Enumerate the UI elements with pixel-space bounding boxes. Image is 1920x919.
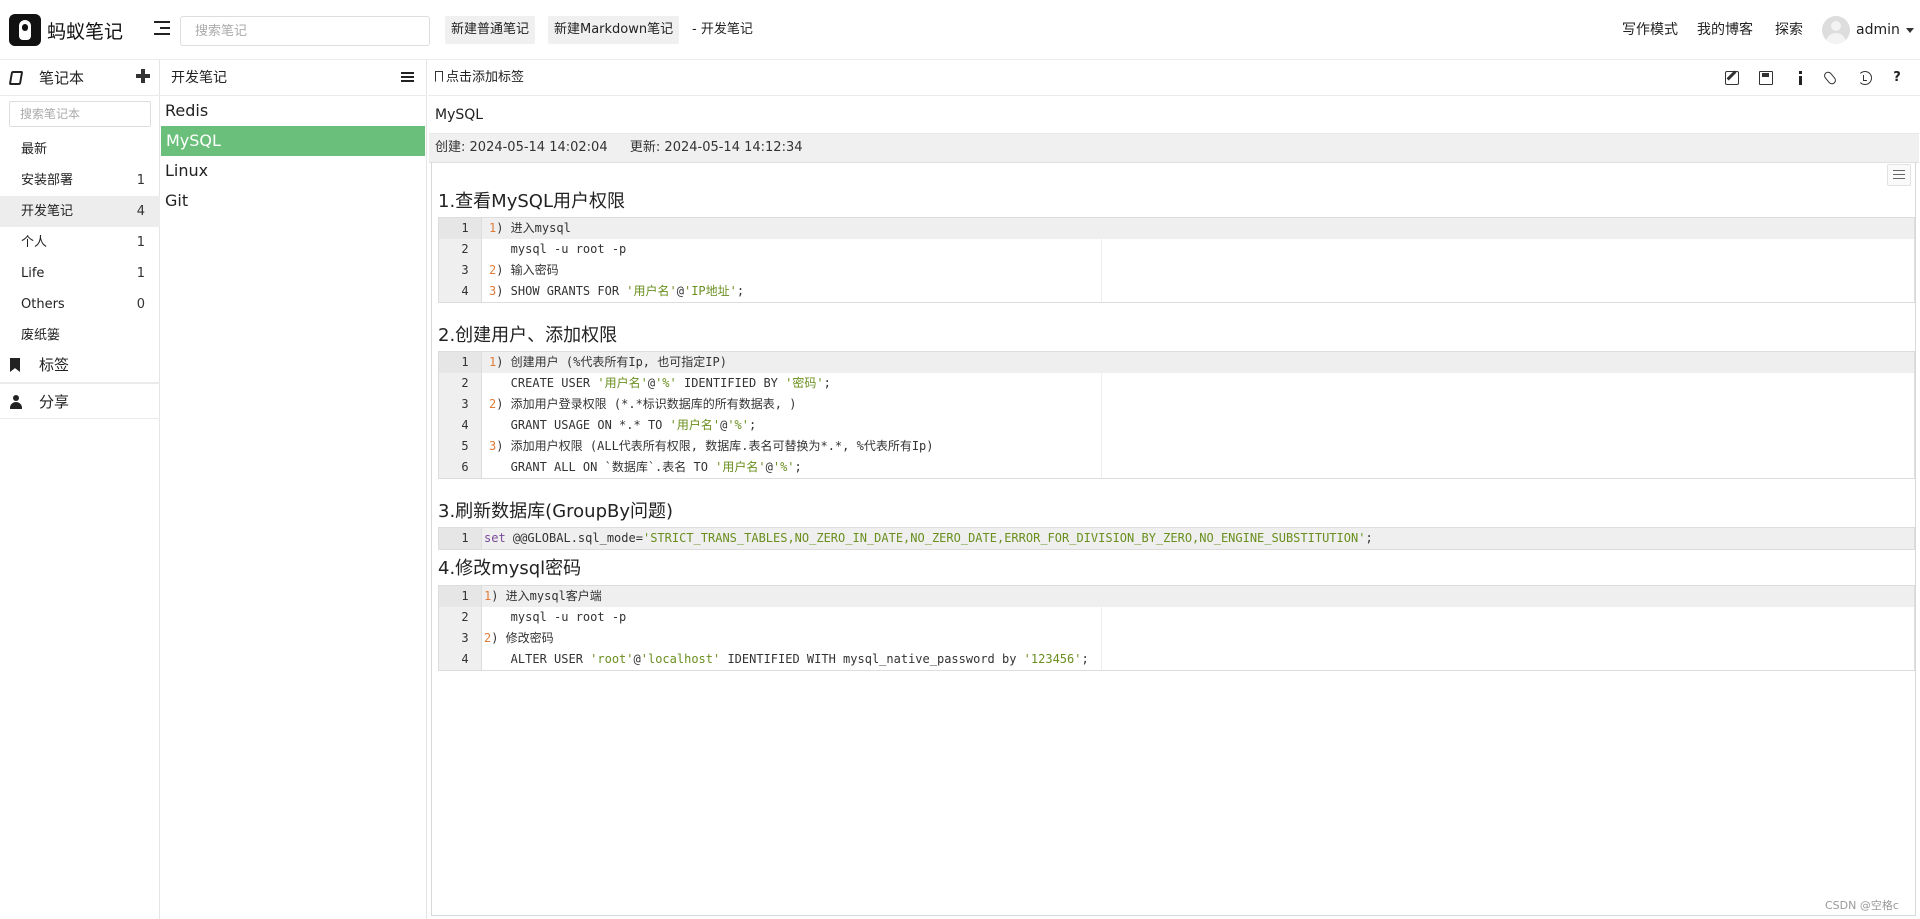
- notebook-sidebar: 笔记本 最新 安装部署1 开发笔记4 个人1 Life1 Others0 废纸篓…: [0, 60, 160, 919]
- code-line: 3 2) 修改密码: [439, 628, 1914, 649]
- chevron-down-icon[interactable]: [1906, 28, 1914, 33]
- share-label: 分享: [39, 393, 70, 411]
- notebook-item-others[interactable]: Others 0: [0, 289, 160, 320]
- ant-logo-icon: [9, 14, 41, 46]
- code-block[interactable]: 1 1) 进入mysql 2 mysql -u root -p 3 2) 输入密码 …: [438, 217, 1915, 303]
- list-view-icon[interactable]: [401, 72, 414, 84]
- note-list-header: 开发笔记: [160, 60, 426, 96]
- nav-write-mode[interactable]: 写作模式: [1622, 16, 1678, 44]
- section-heading: 3.刷新数据库(GroupBy问题): [438, 501, 674, 522]
- created-time: 2024-05-14 14:02:04: [469, 140, 608, 155]
- book-icon: [8, 71, 24, 85]
- save-icon[interactable]: [1759, 71, 1773, 85]
- note-item-linux[interactable]: Linux: [160, 156, 426, 186]
- code-line: 3 2) 输入密码: [439, 260, 1914, 281]
- tags-label: 标签: [39, 356, 70, 374]
- code-line: 1 1) 进入mysql客户端: [439, 586, 1914, 607]
- notebook-item-deploy[interactable]: 安装部署 1: [0, 165, 160, 196]
- code-block[interactable]: 1 1) 进入mysql客户端 2 mysql -u root -p 3 2) 修改…: [438, 585, 1915, 671]
- help-icon[interactable]: ?: [1890, 71, 1904, 85]
- notebook-list: 最新 安装部署 1 开发笔记 4 个人 1 Life 1 Others 0 废纸篓: [0, 134, 160, 351]
- new-normal-note-button[interactable]: 新建普通笔记: [445, 16, 536, 44]
- new-markdown-note-button[interactable]: 新建Markdown笔记: [548, 16, 680, 44]
- edit-icon[interactable]: [1725, 71, 1739, 85]
- code-line: 2 CREATE USER '用户名'@'%' IDENTIFIED BY '密…: [439, 373, 1914, 394]
- note-item-redis[interactable]: Redis: [160, 96, 426, 126]
- note-title[interactable]: MySQL: [435, 97, 483, 133]
- notebook-count: 1: [136, 173, 145, 188]
- code-line: 4 GRANT USAGE ON *.* TO '用户名'@'%';: [439, 415, 1914, 436]
- search-note-input[interactable]: [180, 16, 430, 46]
- code-line: 2 mysql -u root -p: [439, 607, 1914, 628]
- code-line: 4 3) SHOW GRANTS FOR '用户名'@'IP地址';: [439, 281, 1914, 302]
- editor-toolbar: 点击添加标签 ?: [428, 60, 1920, 96]
- add-tag-button[interactable]: 点击添加标签: [435, 60, 524, 96]
- app-name: 蚂蚁笔记: [47, 20, 124, 43]
- user-name[interactable]: admin: [1856, 16, 1900, 44]
- note-content[interactable]: 1.查看MySQL用户权限 1 1) 进入mysql 2 mysql -u roo…: [431, 162, 1916, 916]
- code-line: 3 2) 添加用户登录权限 (*.*标识数据库的所有数据表, ): [439, 394, 1914, 415]
- note-item-git[interactable]: Git: [160, 186, 426, 216]
- note-meta-bar: 创建: 2024-05-14 14:02:04 更新: 2024-05-14 1…: [429, 133, 1919, 163]
- sidebar-toggle-icon[interactable]: [154, 21, 170, 37]
- code-line: 2 mysql -u root -p: [439, 239, 1914, 260]
- history-icon[interactable]: [1858, 71, 1872, 85]
- updated-time: 2024-05-14 14:12:34: [664, 140, 803, 155]
- code-line: 5 3) 添加用户权限 (ALL代表所有权限, 数据库.表名可替换为*.*, %代…: [439, 436, 1914, 457]
- top-header: 蚂蚁笔记 新建普通笔记 新建Markdown笔记 - 开发笔记 写作模式 我的博…: [0, 0, 1920, 60]
- notebook-count: 4: [136, 204, 145, 219]
- note-list-title: 开发笔记: [171, 70, 227, 86]
- code-block[interactable]: 1 set @@GLOBAL.sql_mode='STRICT_TRANS_TAB…: [438, 527, 1915, 550]
- section-heading: 4.修改mysql密码: [438, 558, 582, 579]
- code-line: 1 1) 进入mysql: [439, 218, 1914, 239]
- code-line: 4 ALTER USER 'root'@'localhost' IDENTIFI…: [439, 649, 1914, 670]
- code-line: 1 set @@GLOBAL.sql_mode='STRICT_TRANS_TAB…: [439, 528, 1914, 549]
- section-heading: 2.创建用户、添加权限: [438, 325, 618, 346]
- notebook-section-header[interactable]: 笔记本: [0, 60, 160, 96]
- share-section-header[interactable]: 分享: [0, 383, 160, 419]
- notebook-item-life[interactable]: Life 1: [0, 258, 160, 289]
- nav-my-blog[interactable]: 我的博客: [1697, 16, 1753, 44]
- tags-section-header[interactable]: 标签: [0, 347, 160, 383]
- bookmark-icon: [10, 358, 20, 372]
- notebook-item-personal[interactable]: 个人 1: [0, 227, 160, 258]
- note-item-mysql[interactable]: MySQL: [161, 126, 425, 156]
- notebook-count: 1: [136, 235, 145, 250]
- code-line: 1 1) 创建用户 (%代表所有Ip, 也可指定IP): [439, 352, 1914, 373]
- attachment-icon[interactable]: [1822, 70, 1838, 86]
- note-list-panel: 开发笔记 Redis MySQL Linux Git: [160, 60, 427, 919]
- notebook-search-input[interactable]: [9, 101, 151, 127]
- notebook-item-dev[interactable]: 开发笔记 4: [0, 196, 160, 227]
- code-line: 6 GRANT ALL ON `数据库`.表名 TO '用户名'@'%';: [439, 457, 1914, 478]
- code-block[interactable]: 1 1) 创建用户 (%代表所有Ip, 也可指定IP) 2 CREATE USER…: [438, 351, 1915, 479]
- avatar[interactable]: [1822, 16, 1850, 44]
- section-heading: 1.查看MySQL用户权限: [438, 191, 625, 212]
- add-notebook-icon[interactable]: [136, 69, 150, 83]
- notebook-count: 1: [136, 266, 145, 281]
- toc-menu-icon[interactable]: [1887, 164, 1911, 186]
- current-notebook-label: - 开发笔记: [692, 22, 753, 37]
- watermark: CSDN @空格c: [1825, 899, 1899, 912]
- notebook-item-latest[interactable]: 最新: [0, 134, 160, 165]
- code-text: 1) 进入mysql: [489, 221, 571, 235]
- nav-explore[interactable]: 探索: [1775, 16, 1803, 44]
- user-icon: [10, 395, 22, 409]
- note-editor: 点击添加标签 ? MySQL 创建: 2024-05-14 14:02:04 更…: [428, 60, 1920, 919]
- info-icon[interactable]: [1794, 71, 1808, 85]
- notebook-count: 0: [136, 297, 145, 312]
- bookmark-outline-icon: [435, 71, 443, 82]
- app-logo[interactable]: 蚂蚁笔记: [9, 14, 123, 46]
- notebook-label: 笔记本: [39, 69, 85, 87]
